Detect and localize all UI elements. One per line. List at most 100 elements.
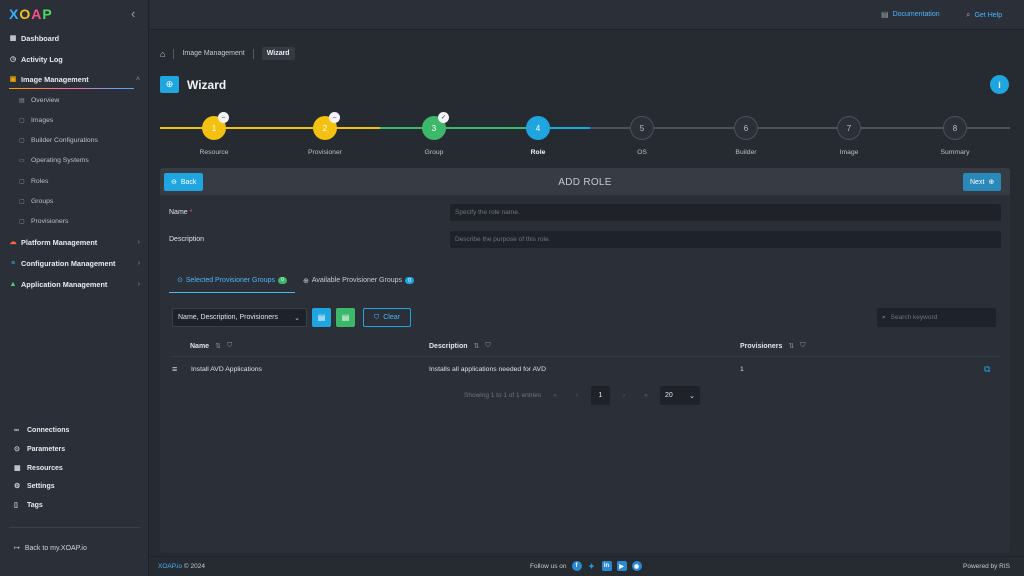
sidebar-item-dashboard[interactable]: ▦ Dashboard: [0, 30, 149, 46]
info-button[interactable]: i: [990, 75, 1009, 94]
xoap-logo[interactable]: XOAP: [9, 6, 53, 22]
page-header: ⊕ Wizard: [160, 76, 226, 93]
footer-copyright: XOAP.io © 2024: [158, 563, 205, 570]
get-help-link[interactable]: ⌕ Get Help: [966, 10, 1002, 20]
copy-icon[interactable]: ⧉: [984, 364, 990, 375]
github-icon[interactable]: ◉: [631, 561, 642, 571]
step-builder[interactable]: 6 Builder: [734, 116, 758, 156]
filter-icon[interactable]: ⛉: [227, 342, 232, 350]
description-input[interactable]: Describe the purpose of this role.: [450, 231, 1001, 248]
step-resource[interactable]: 1 – Resource: [199, 112, 229, 156]
first-page-icon[interactable]: «: [547, 392, 563, 399]
table-cell-provisioners: 1: [740, 366, 744, 373]
page-size-select[interactable]: 20 ⌄: [659, 386, 700, 405]
sidebar-subitem-images[interactable]: ▢ Images: [0, 112, 149, 128]
step-summary[interactable]: 8 Summary: [940, 116, 970, 156]
count-badge: 0: [277, 276, 287, 284]
home-icon[interactable]: ⌂: [160, 49, 165, 59]
columns-select[interactable]: Name, Description, Provisioners ⌄: [172, 308, 307, 327]
sidebar-subitem-operating-systems[interactable]: ▭ Operating Systems: [0, 152, 149, 168]
bookmark-icon: ▯: [14, 502, 18, 509]
last-page-icon[interactable]: »: [638, 392, 654, 399]
step-label: OS: [637, 149, 647, 156]
sidebar-item-connections[interactable]: ∞ Connections: [0, 422, 149, 438]
column-header-name[interactable]: Name ⇅ ⛉: [190, 342, 232, 350]
circle-plus-icon: ⊕: [302, 277, 309, 285]
sidebar-subitem-overview[interactable]: ▤ Overview: [0, 92, 149, 108]
chevron-down-icon: ⌄: [294, 314, 300, 322]
collapse-sidebar-icon[interactable]: ‹: [131, 6, 135, 21]
sidebar-item-platform-management[interactable]: ☁ Platform Management ›: [0, 234, 149, 250]
next-page-icon[interactable]: ›: [616, 392, 632, 399]
sidebar-item-resources[interactable]: ▦ Resources: [0, 460, 149, 476]
step-provisioner[interactable]: 2 – Provisioner: [308, 112, 342, 156]
provisioners-icon: ▢: [19, 218, 25, 225]
drag-handle-icon[interactable]: ≡: [172, 364, 177, 374]
documentation-link[interactable]: ▤ Documentation: [881, 10, 940, 19]
sidebar-item-image-management[interactable]: ▣ Image Management ˄: [0, 71, 149, 87]
clock-icon: ◷: [9, 56, 17, 63]
step-circle: 4: [526, 116, 550, 140]
youtube-icon[interactable]: ▶: [616, 561, 627, 571]
step-track-complete: [380, 127, 535, 129]
step-label: Resource: [199, 149, 229, 156]
table-cell-description: Installs all applications needed for AVD: [429, 366, 547, 373]
tab-available-provisioner-groups[interactable]: ⊕ Available Provisioner Groups 0: [295, 272, 422, 293]
sidebar-subitem-groups[interactable]: ▢ Groups: [0, 193, 149, 209]
sidebar-item-activity-log[interactable]: ◷ Activity Log: [0, 51, 149, 67]
current-page[interactable]: 1: [590, 386, 610, 405]
document-icon: ▤: [881, 10, 889, 19]
tab-selected-provisioner-groups[interactable]: ⊙ Selected Provisioner Groups 0: [169, 272, 295, 293]
sidebar-subitem-provisioners[interactable]: ▢ Provisioners: [0, 213, 149, 229]
filter-icon[interactable]: ⛉: [800, 342, 805, 350]
chevron-down-icon: ⌄: [689, 392, 695, 400]
footer-brand-link[interactable]: XOAP.io: [158, 563, 182, 570]
chevron-right-icon: ›: [137, 238, 140, 246]
export-csv-button[interactable]: ▤: [312, 308, 331, 327]
sidebar-item-parameters[interactable]: ⊙ Parameters: [0, 441, 149, 457]
twitter-icon[interactable]: ✦: [587, 561, 597, 571]
sort-icon[interactable]: ⇅: [474, 342, 480, 350]
sort-icon[interactable]: ⇅: [215, 342, 221, 350]
sort-icon[interactable]: ⇅: [788, 342, 794, 350]
page-title: Wizard: [187, 77, 227, 92]
dashboard-icon: ▦: [9, 35, 17, 42]
column-header-description[interactable]: Description ⇅ ⛉: [429, 342, 491, 350]
wizard-icon: ⊕: [160, 76, 179, 93]
step-role[interactable]: 4 Role: [526, 116, 550, 156]
wizard-stepper: 1 – Resource 2 – Provisioner 3 ✓ Group 4…: [160, 112, 1010, 158]
add-role-card: ⊖ Back ADD ROLE Next ⊕ Name * Specify th…: [160, 168, 1010, 553]
platform-icon: ☁: [9, 239, 17, 246]
clear-filters-button[interactable]: ⛉ Clear: [363, 308, 411, 327]
name-input[interactable]: Specify the role name.: [450, 204, 1001, 221]
linkedin-icon[interactable]: in: [601, 561, 612, 571]
column-header-provisioners[interactable]: Provisioners ⇅ ⛉: [740, 342, 806, 350]
step-circle: 5: [630, 116, 654, 140]
sidebar-item-tags[interactable]: ▯ Tags: [0, 497, 149, 513]
step-group[interactable]: 3 ✓ Group: [422, 112, 449, 156]
export-excel-button[interactable]: ▤: [336, 308, 355, 327]
monitor-icon: ▭: [19, 157, 25, 164]
warning-icon: –: [329, 112, 340, 123]
sidebar-subitem-builder-configurations[interactable]: ▢ Builder Configurations: [0, 132, 149, 148]
filter-icon[interactable]: ⛉: [485, 342, 490, 350]
breadcrumb-image-management[interactable]: Image Management: [182, 50, 244, 57]
table-header-divider: [170, 356, 1000, 357]
next-button[interactable]: Next ⊕: [963, 173, 1002, 191]
step-label: Group: [424, 149, 444, 156]
sidebar-item-settings[interactable]: ⚙ Settings: [0, 478, 149, 494]
search-icon: ⌕: [882, 313, 886, 321]
sidebar-item-configuration-management[interactable]: ≡ Configuration Management ›: [0, 255, 149, 271]
step-os[interactable]: 5 OS: [630, 116, 654, 156]
facebook-icon[interactable]: f: [571, 561, 582, 571]
groups-icon: ▢: [19, 198, 25, 205]
step-track-complete: [160, 127, 326, 129]
back-to-xoap-link[interactable]: ↦ Back to my.XOAP.io: [14, 544, 87, 553]
step-image[interactable]: 7 Image: [837, 116, 861, 156]
search-input[interactable]: ⌕ Search keyword: [877, 308, 996, 327]
sidebar-subitem-roles[interactable]: ▢ Roles: [0, 173, 149, 189]
overview-icon: ▤: [19, 97, 25, 104]
sidebar-item-application-management[interactable]: ▲ Application Management ›: [0, 276, 149, 292]
prev-page-icon[interactable]: ‹: [569, 392, 585, 399]
step-circle: 6: [734, 116, 758, 140]
